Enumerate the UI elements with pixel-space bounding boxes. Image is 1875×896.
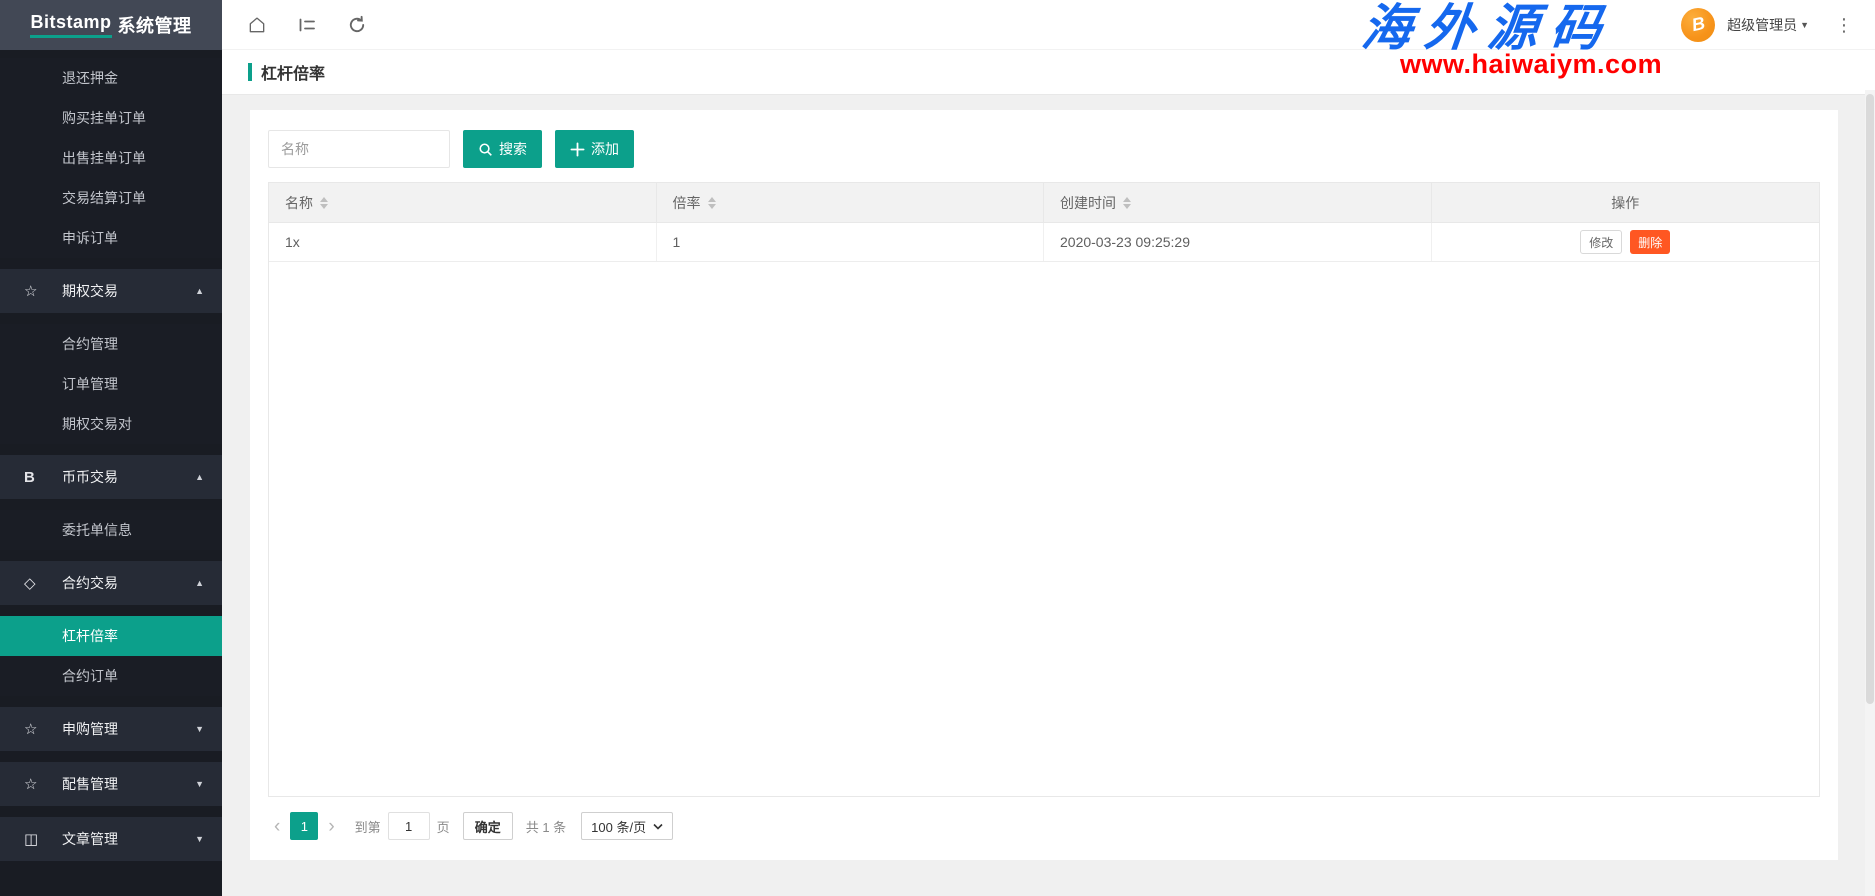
sidebar-item-leverage-rate[interactable]: 杠杆倍率 bbox=[0, 616, 222, 656]
search-input[interactable] bbox=[268, 130, 450, 168]
confirm-button[interactable]: 确定 bbox=[463, 812, 513, 840]
sidebar-item-sell-pending-orders[interactable]: 出售挂单订单 bbox=[0, 138, 222, 178]
sidebar-item-delegate-order-info[interactable]: 委托单信息 bbox=[0, 510, 222, 550]
table-row: 1x 1 2020-03-23 09:25:29 修改 删除 bbox=[269, 223, 1819, 262]
plus-icon bbox=[570, 142, 585, 157]
chevron-down-icon: ▼ bbox=[195, 724, 204, 734]
page-size-select[interactable]: 100 条/页 bbox=[581, 812, 673, 840]
column-header-actions: 操作 bbox=[1432, 183, 1820, 222]
sidebar: Bitstamp 系统管理 退还押金 购买挂单订单 出售挂单订单 交易结算订单 … bbox=[0, 0, 222, 896]
edit-button[interactable]: 修改 bbox=[1580, 230, 1622, 254]
star-icon: ☆ bbox=[24, 282, 62, 300]
column-header-name[interactable]: 名称 bbox=[269, 183, 657, 222]
search-button[interactable]: 搜索 bbox=[463, 130, 542, 168]
current-page[interactable]: 1 bbox=[290, 812, 318, 840]
sidebar-section-article-management[interactable]: ◫ 文章管理 ▼ bbox=[0, 817, 222, 861]
data-table: 名称 倍率 创建时间 操作 1x 1 2020-03-23 09:25: bbox=[268, 182, 1820, 797]
pagination: ‹ 1 › 到第 页 确定 共 1 条 100 条/页 bbox=[250, 797, 1838, 860]
content-area: 搜索 添加 名称 倍率 创建时间 bbox=[222, 95, 1875, 896]
sidebar-menu: 退还押金 购买挂单订单 出售挂单订单 交易结算订单 申诉订单 ☆ 期权交易 ▲ … bbox=[0, 50, 222, 861]
sidebar-item-appeal-orders[interactable]: 申诉订单 bbox=[0, 218, 222, 258]
user-name: 超级管理员 bbox=[1727, 15, 1797, 35]
sidebar-section-subscription-management[interactable]: ☆ 申购管理 ▼ bbox=[0, 707, 222, 751]
brand-suffix: 系统管理 bbox=[118, 12, 192, 38]
sidebar-item-buy-pending-orders[interactable]: 购买挂单订单 bbox=[0, 98, 222, 138]
sort-icon[interactable] bbox=[320, 197, 328, 209]
cell-created: 2020-03-23 09:25:29 bbox=[1044, 223, 1432, 261]
sidebar-item-contract-management[interactable]: 合约管理 bbox=[0, 324, 222, 364]
sidebar-section-options-trading[interactable]: ☆ 期权交易 ▲ bbox=[0, 269, 222, 313]
page-title: 杠杆倍率 bbox=[261, 60, 325, 84]
toolbar: 搜索 添加 bbox=[250, 110, 1838, 182]
topbar-right: B 超级管理员 ▼ ⋮ bbox=[1681, 8, 1853, 42]
table-header: 名称 倍率 创建时间 操作 bbox=[269, 183, 1819, 223]
avatar[interactable]: B bbox=[1681, 8, 1715, 42]
sort-icon[interactable] bbox=[1123, 197, 1131, 209]
goto-prefix-label: 到第 bbox=[355, 817, 381, 836]
gem-icon: ◇ bbox=[24, 574, 62, 592]
sidebar-item-refund-deposit[interactable]: 退还押金 bbox=[0, 58, 222, 98]
sidebar-item-order-management[interactable]: 订单管理 bbox=[0, 364, 222, 404]
chevron-down-icon: ▼ bbox=[195, 779, 204, 789]
prev-page-icon[interactable]: ‹ bbox=[268, 817, 286, 836]
search-icon bbox=[478, 142, 493, 157]
topbar: B 超级管理员 ▼ ⋮ bbox=[222, 0, 1875, 50]
more-menu-icon[interactable]: ⋮ bbox=[1835, 16, 1853, 34]
book-icon: ◫ bbox=[24, 830, 62, 848]
sidebar-item-options-trading-pairs[interactable]: 期权交易对 bbox=[0, 404, 222, 444]
goto-page-input[interactable] bbox=[388, 812, 430, 840]
chevron-down-icon: ▼ bbox=[195, 834, 204, 844]
star-icon: ☆ bbox=[24, 775, 62, 793]
sidebar-section-spot-trading[interactable]: B 币币交易 ▲ bbox=[0, 455, 222, 499]
chevron-down-icon: ▼ bbox=[1800, 20, 1809, 30]
star-icon: ☆ bbox=[24, 720, 62, 738]
refresh-icon[interactable] bbox=[346, 14, 368, 36]
titlebar: 杠杆倍率 bbox=[222, 50, 1875, 95]
letter-b-icon: B bbox=[24, 469, 62, 486]
sort-icon[interactable] bbox=[708, 197, 716, 209]
chevron-up-icon: ▲ bbox=[195, 472, 204, 482]
user-menu[interactable]: 超级管理员 ▼ bbox=[1727, 15, 1809, 35]
total-count-label: 共 1 条 bbox=[526, 817, 566, 836]
scrollbar-thumb[interactable] bbox=[1866, 94, 1874, 704]
cell-rate: 1 bbox=[657, 223, 1045, 261]
sidebar-section-allotment-management[interactable]: ☆ 配售管理 ▼ bbox=[0, 762, 222, 806]
scrollbar[interactable] bbox=[1865, 90, 1875, 896]
chevron-down-icon bbox=[653, 823, 663, 830]
add-button[interactable]: 添加 bbox=[555, 130, 634, 168]
content-card: 搜索 添加 名称 倍率 创建时间 bbox=[250, 110, 1838, 860]
home-icon[interactable] bbox=[246, 14, 268, 36]
sidebar-section-contract-trading[interactable]: ◇ 合约交易 ▲ bbox=[0, 561, 222, 605]
cell-actions: 修改 删除 bbox=[1432, 223, 1820, 261]
chevron-up-icon: ▲ bbox=[195, 286, 204, 296]
app-logo: Bitstamp 系统管理 bbox=[0, 0, 222, 50]
sidebar-item-trade-settlement-orders[interactable]: 交易结算订单 bbox=[0, 178, 222, 218]
sidebar-item-contract-orders[interactable]: 合约订单 bbox=[0, 656, 222, 696]
delete-button[interactable]: 删除 bbox=[1630, 230, 1670, 254]
title-accent-bar bbox=[248, 63, 252, 81]
goto-suffix-label: 页 bbox=[437, 817, 450, 836]
chevron-up-icon: ▲ bbox=[195, 578, 204, 588]
brand-name: Bitstamp bbox=[30, 12, 111, 38]
next-page-icon[interactable]: › bbox=[322, 817, 340, 836]
column-header-created[interactable]: 创建时间 bbox=[1044, 183, 1432, 222]
collapse-menu-icon[interactable] bbox=[296, 14, 318, 36]
cell-name: 1x bbox=[269, 223, 657, 261]
column-header-rate[interactable]: 倍率 bbox=[657, 183, 1045, 222]
